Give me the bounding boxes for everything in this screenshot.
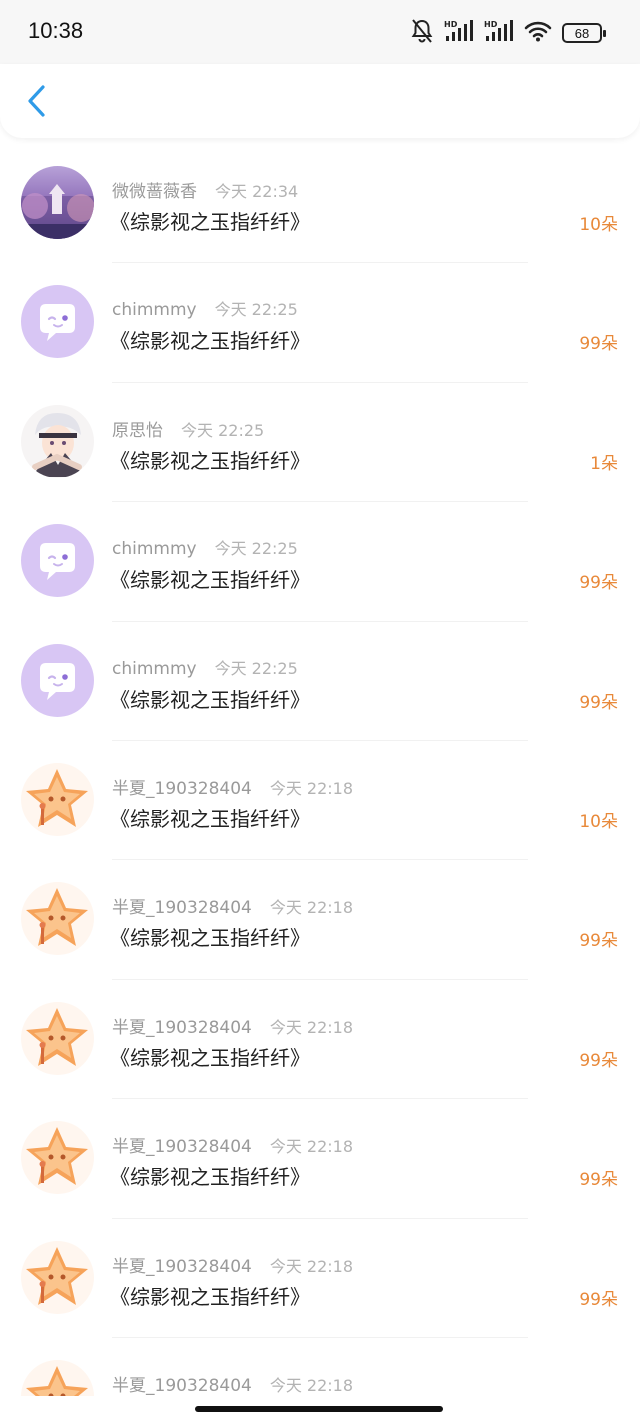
- book-title: 《综影视之玉指纤纤》: [110, 926, 310, 951]
- nav-bar: [0, 64, 640, 138]
- book-title: 《综影视之玉指纤纤》: [110, 806, 310, 831]
- book-title: 《综影视之玉指纤纤》: [110, 210, 310, 234]
- flower-count: 99朵: [579, 1170, 618, 1191]
- wifi-icon: [524, 20, 552, 46]
- username[interactable]: 半夏_190328404: [112, 1371, 252, 1396]
- bell-muted-icon: [410, 18, 434, 48]
- avatar[interactable]: [21, 166, 94, 239]
- book-title: 《综影视之玉指纤纤》: [110, 687, 310, 712]
- flower-count: 1朵: [590, 453, 618, 474]
- username[interactable]: 半夏_190328404: [112, 1252, 252, 1277]
- list-item[interactable]: 半夏_190328404 今天 22:18 《综影视之玉指纤纤》 99朵: [0, 1099, 640, 1219]
- record-meta: chimmmy 今天 22:25: [112, 655, 298, 679]
- record-meta: chimmmy 今天 22:25: [112, 535, 298, 559]
- record-meta: 半夏_190328404 今天 22:18: [112, 1132, 353, 1157]
- book-title: 《综影视之玉指纤纤》: [110, 1284, 310, 1309]
- status-time: 10:38: [28, 18, 84, 43]
- flower-count: 99朵: [579, 573, 618, 594]
- timestamp: 今天 22:25: [214, 539, 298, 559]
- list-item[interactable]: 微微蔷薇香 今天 22:34 《综影视之玉指纤纤》 10朵: [0, 144, 640, 264]
- timestamp: 今天 22:18: [269, 1017, 354, 1037]
- book-title: 《综影视之玉指纤纤》: [110, 329, 310, 354]
- book-title: 《综影视之玉指纤纤》: [110, 568, 310, 593]
- username[interactable]: chimmmy: [112, 300, 197, 320]
- list-item[interactable]: chimmmy 今天 22:25 《综影视之玉指纤纤》 99朵: [0, 622, 640, 742]
- flower-count: 10朵: [579, 215, 618, 235]
- book-title: 《综影视之玉指纤纤》: [110, 1045, 310, 1070]
- flower-count: 99朵: [579, 1050, 618, 1071]
- username[interactable]: 半夏_190328404: [112, 1132, 252, 1157]
- avatar[interactable]: [21, 643, 94, 717]
- avatar[interactable]: [21, 1240, 94, 1314]
- record-meta: 半夏_190328404 今天 22:18: [112, 893, 353, 918]
- svg-text:HD: HD: [484, 20, 498, 29]
- book-title: 《综影视之玉指纤纤》: [110, 1165, 310, 1190]
- username[interactable]: 半夏_190328404: [112, 774, 252, 799]
- record-meta: 半夏_190328404 今天 22:18: [112, 1252, 353, 1277]
- record-meta: chimmmy 今天 22:25: [112, 296, 298, 320]
- book-title: 《综影视之玉指纤纤》: [110, 448, 310, 473]
- record-meta: 半夏_190328404 今天 22:18: [112, 1013, 353, 1038]
- timestamp: 今天 22:25: [214, 658, 298, 678]
- signal-hd-icon: HD: [484, 19, 514, 47]
- signal-hd-icon: HD: [444, 19, 474, 47]
- record-meta: 微微蔷薇香 今天 22:34: [112, 177, 298, 202]
- back-button[interactable]: [20, 82, 52, 124]
- status-icons: HD HD 68: [410, 18, 606, 48]
- battery-level: 68: [574, 25, 590, 41]
- timestamp: 今天 22:18: [269, 898, 354, 918]
- list-item[interactable]: 半夏_190328404 今天 22:18 《综影视之玉指纤纤》 10朵: [0, 741, 640, 861]
- timestamp: 今天 22:25: [214, 300, 298, 320]
- timestamp: 今天 22:34: [215, 182, 299, 201]
- flower-count: 99朵: [579, 334, 618, 355]
- flower-count: 10朵: [579, 811, 618, 832]
- avatar[interactable]: [21, 524, 94, 598]
- list-item[interactable]: chimmmy 今天 22:25 《综影视之玉指纤纤》 99朵: [0, 263, 640, 384]
- timestamp: 今天 22:18: [269, 1375, 354, 1395]
- gift-record-list[interactable]: 微微蔷薇香 今天 22:34 《综影视之玉指纤纤》 10朵 chimmmy 今天…: [0, 144, 640, 1396]
- avatar[interactable]: [21, 762, 94, 836]
- chevron-left-icon: [25, 83, 47, 123]
- timestamp: 今天 22:18: [269, 1256, 354, 1276]
- avatar[interactable]: [21, 1121, 94, 1195]
- status-bar: 10:38 HD HD 68: [0, 0, 640, 64]
- battery-icon: 68: [562, 23, 606, 43]
- flower-count: 99朵: [579, 692, 618, 713]
- avatar[interactable]: [21, 404, 94, 478]
- list-item[interactable]: 半夏_190328404 今天 22:18 《综影视之玉指纤纤》 99朵: [0, 1219, 640, 1339]
- avatar[interactable]: [21, 285, 94, 359]
- avatar[interactable]: [21, 882, 94, 956]
- record-meta: 半夏_190328404 今天 22:18: [112, 774, 353, 799]
- list-item[interactable]: 原思怡 今天 22:25 《综影视之玉指纤纤》 1朵: [0, 383, 640, 503]
- svg-text:HD: HD: [444, 20, 458, 29]
- flower-count: 99朵: [579, 931, 618, 952]
- username[interactable]: chimmmy: [112, 539, 197, 559]
- username[interactable]: 半夏_190328404: [112, 1013, 252, 1038]
- list-item[interactable]: 半夏_190328404 今天 22:18 《综影视之玉指纤纤》 99朵: [0, 860, 640, 981]
- list-item[interactable]: chimmmy 今天 22:25 《综影视之玉指纤纤》 99朵: [0, 502, 640, 622]
- home-indicator[interactable]: [195, 1406, 443, 1412]
- list-item[interactable]: 半夏_190328404 今天 22:18: [0, 1338, 640, 1396]
- record-meta: 半夏_190328404 今天 22:18: [112, 1371, 353, 1396]
- flower-count: 99朵: [579, 1289, 618, 1310]
- username[interactable]: 原思怡: [112, 416, 163, 441]
- avatar[interactable]: [21, 1359, 94, 1396]
- avatar[interactable]: [21, 1001, 94, 1075]
- timestamp: 今天 22:18: [269, 778, 354, 798]
- username[interactable]: chimmmy: [112, 659, 197, 679]
- list-item[interactable]: 半夏_190328404 今天 22:18 《综影视之玉指纤纤》 99朵: [0, 980, 640, 1100]
- timestamp: 今天 22:25: [181, 420, 265, 440]
- timestamp: 今天 22:18: [269, 1137, 354, 1157]
- record-meta: 原思怡 今天 22:25: [112, 416, 264, 441]
- username[interactable]: 微微蔷薇香: [112, 177, 197, 202]
- username[interactable]: 半夏_190328404: [112, 893, 252, 918]
